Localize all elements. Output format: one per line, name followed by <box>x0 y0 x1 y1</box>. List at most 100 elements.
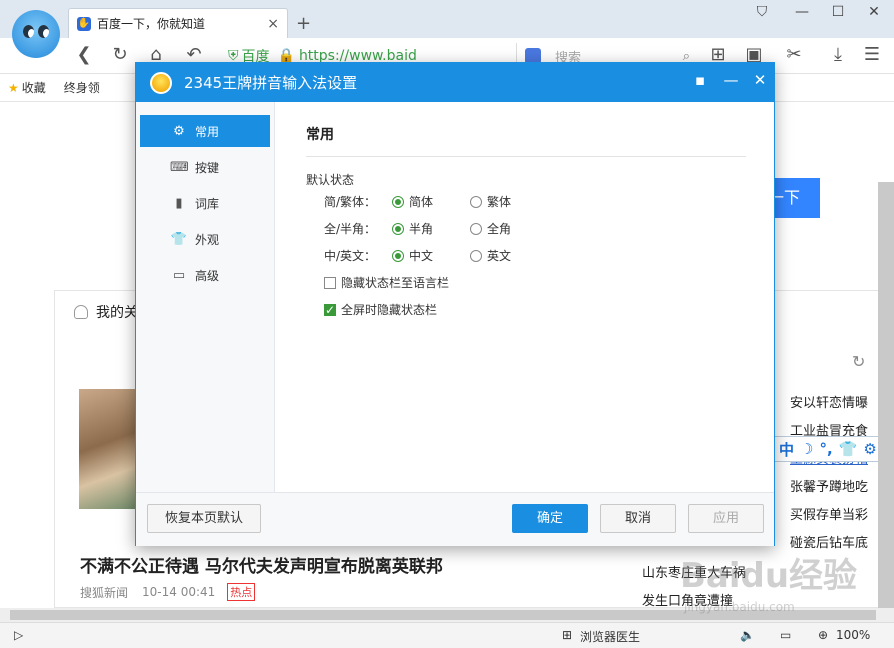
option-label: 简/繁体： <box>324 195 377 209</box>
radio-english[interactable]: 英文 <box>470 247 548 264</box>
browser-doctor[interactable]: 浏览器医生 <box>580 628 640 645</box>
radio-dot <box>470 222 482 235</box>
checkbox-checked[interactable]: ✓ <box>324 303 336 316</box>
book-icon: ▮ <box>175 195 183 211</box>
refresh-icon[interactable]: ↻ <box>852 352 865 371</box>
ok-button[interactable]: 确定 <box>512 504 588 533</box>
news-thumbnail[interactable] <box>79 389 137 509</box>
sidebar-item-label: 外观 <box>195 232 220 247</box>
watermark-sub: jingyan.baidu.com <box>684 600 795 614</box>
dialog-minimize-button[interactable]: — <box>720 71 742 89</box>
tab-title: 百度一下，你就知道 <box>97 17 206 31</box>
settings-content: 常用 默认状态 简/繁体： 简体 繁体 全/半角： 半角 全角 中/英文： 中文… <box>306 102 746 323</box>
screen-icon[interactable]: ▭ <box>780 628 791 642</box>
radio-dot <box>392 222 404 235</box>
ime-lang-toggle[interactable]: 中 <box>779 439 794 460</box>
restore-defaults-button[interactable]: 恢复本页默认 <box>147 504 261 533</box>
gear-icon[interactable]: ⚙ <box>863 440 876 458</box>
group-title: 默认状态 <box>306 173 355 187</box>
news-meta: 搜狐新闻 10-14 00:41 热点 <box>80 583 256 601</box>
status-bar: ▷ ⊞ 浏览器医生 🔈 ▭ ⊕ 100% <box>0 622 894 648</box>
dialog-footer: 恢复本页默认 确定 取消 应用 <box>136 492 774 546</box>
watermark-main: Baidu经验 <box>680 556 858 596</box>
new-tab-button[interactable]: + <box>296 13 311 34</box>
sidebar-item-label: 高级 <box>195 268 220 283</box>
radio-traditional[interactable]: 繁体 <box>470 193 548 210</box>
sidebar-item-advanced[interactable]: ▭ 高级 <box>140 259 270 291</box>
radio-full-width[interactable]: 全角 <box>470 220 548 237</box>
gear-icon: ⚙ <box>173 123 185 139</box>
radio-label: 全角 <box>487 222 512 236</box>
radio-label: 中文 <box>409 249 434 263</box>
radio-chinese[interactable]: 中文 <box>392 247 470 264</box>
bookmark-item[interactable]: 终身领 <box>64 79 100 96</box>
section-title: 常用 <box>306 124 746 157</box>
sidebar-item-dictionary[interactable]: ▮ 词库 <box>140 187 270 219</box>
dialog-titlebar[interactable]: 2345王牌拼音输入法设置 ▪ — ✕ <box>136 63 774 102</box>
shirt-icon: 👕 <box>170 231 188 247</box>
menu-icon[interactable]: ☰ <box>860 44 884 65</box>
zoom-icon[interactable]: ⊕ <box>818 628 828 642</box>
tab-strip: ✋ 百度一下，你就知道 × + ⛉ — ☐ ✕ <box>0 0 894 38</box>
option-row-traditional: 简/繁体： 简体 繁体 <box>306 188 746 215</box>
sidebar-item-appearance[interactable]: 👕 外观 <box>140 223 270 255</box>
option-label: 全/半角： <box>324 222 377 236</box>
checkbox[interactable] <box>324 276 336 289</box>
sidebar-item-common[interactable]: ⚙ 常用 <box>140 115 270 147</box>
radio-label: 简体 <box>409 195 434 209</box>
close-window-button[interactable]: ✕ <box>862 4 886 20</box>
settings-sidebar: ⚙ 常用 ⌨ 按键 ▮ 词库 👕 外观 ▭ 高级 <box>136 102 275 492</box>
checkbox-hide-fullscreen[interactable]: ✓ 全屏时隐藏状态栏 <box>306 296 746 323</box>
radio-simplified[interactable]: 简体 <box>392 193 470 210</box>
option-row-width: 全/半角： 半角 全角 <box>306 215 746 242</box>
ime-logo-icon <box>150 71 172 94</box>
keyboard-icon: ⌨ <box>170 159 189 175</box>
sidebar-item-label: 词库 <box>195 196 220 211</box>
doctor-icon[interactable]: ⊞ <box>562 628 572 642</box>
download-icon[interactable]: ⤓ <box>826 44 850 65</box>
dialog-close-button[interactable]: ✕ <box>749 71 771 89</box>
feed-header[interactable]: 我的关 <box>74 302 138 322</box>
volume-icon[interactable]: 🔈 <box>740 628 755 642</box>
shirt-icon[interactable]: 👕 <box>839 440 858 458</box>
sidebar-item-label: 常用 <box>195 124 220 139</box>
moon-icon[interactable]: ☽ <box>800 440 813 458</box>
sidebar-item-keys[interactable]: ⌨ 按键 <box>140 151 270 183</box>
hot-item[interactable]: 买假存单当彩 <box>790 502 868 530</box>
reload-button[interactable]: ↻ <box>108 44 132 65</box>
radio-dot <box>470 249 482 262</box>
radio-label: 繁体 <box>487 195 512 209</box>
scissors-icon[interactable]: ✂ <box>782 44 806 65</box>
radio-dot <box>392 249 404 262</box>
browser-logo <box>12 10 60 58</box>
punct-icon[interactable]: °, <box>819 440 832 458</box>
radio-dot <box>392 195 404 208</box>
hot-item[interactable]: 张馨予蹲地吃 <box>790 474 868 502</box>
vertical-scrollbar[interactable] <box>878 182 894 612</box>
back-button[interactable]: ❮ <box>72 44 96 65</box>
browser-tab[interactable]: ✋ 百度一下，你就知道 × <box>68 8 288 38</box>
sidebar-item-label: 按键 <box>195 160 220 175</box>
news-headline[interactable]: 不满不公正待遇 马尔代夫发声明宣布脱离英联邦 <box>80 552 443 577</box>
hot-list: 安以轩恋情曝 工业盐冒充食 王源安装扮相 张馨予蹲地吃 买假存单当彩 碰瓷后钻车… <box>790 390 868 558</box>
maximize-button[interactable]: ☐ <box>826 4 850 20</box>
feedback-icon[interactable]: ▪ <box>689 71 711 89</box>
minimize-button[interactable]: — <box>790 4 814 20</box>
apply-button[interactable]: 应用 <box>688 504 764 533</box>
sidebar-toggle-icon[interactable]: ▷ <box>14 628 23 642</box>
radio-label: 英文 <box>487 249 512 263</box>
tab-close-icon[interactable]: × <box>267 16 279 32</box>
hot-item[interactable]: 安以轩恋情曝 <box>790 390 868 418</box>
radio-half-width[interactable]: 半角 <box>392 220 470 237</box>
cancel-button[interactable]: 取消 <box>600 504 676 533</box>
option-row-language: 中/英文： 中文 英文 <box>306 242 746 269</box>
option-label: 中/英文： <box>324 249 377 263</box>
settings-dialog: 2345王牌拼音输入法设置 ▪ — ✕ ⚙ 常用 ⌨ 按键 ▮ 词库 👕 外观 … <box>135 62 775 546</box>
checkbox-hide-to-langbar[interactable]: 隐藏状态栏至语言栏 <box>306 269 746 296</box>
checkbox-label: 全屏时隐藏状态栏 <box>341 303 438 317</box>
zoom-level[interactable]: 100% <box>836 628 870 642</box>
bookmark-favorites[interactable]: 收藏 <box>22 79 46 96</box>
feed-header-label: 我的关 <box>96 305 138 321</box>
dialog-title: 2345王牌拼音输入法设置 <box>184 74 358 92</box>
skin-icon[interactable]: ⛉ <box>750 4 774 20</box>
